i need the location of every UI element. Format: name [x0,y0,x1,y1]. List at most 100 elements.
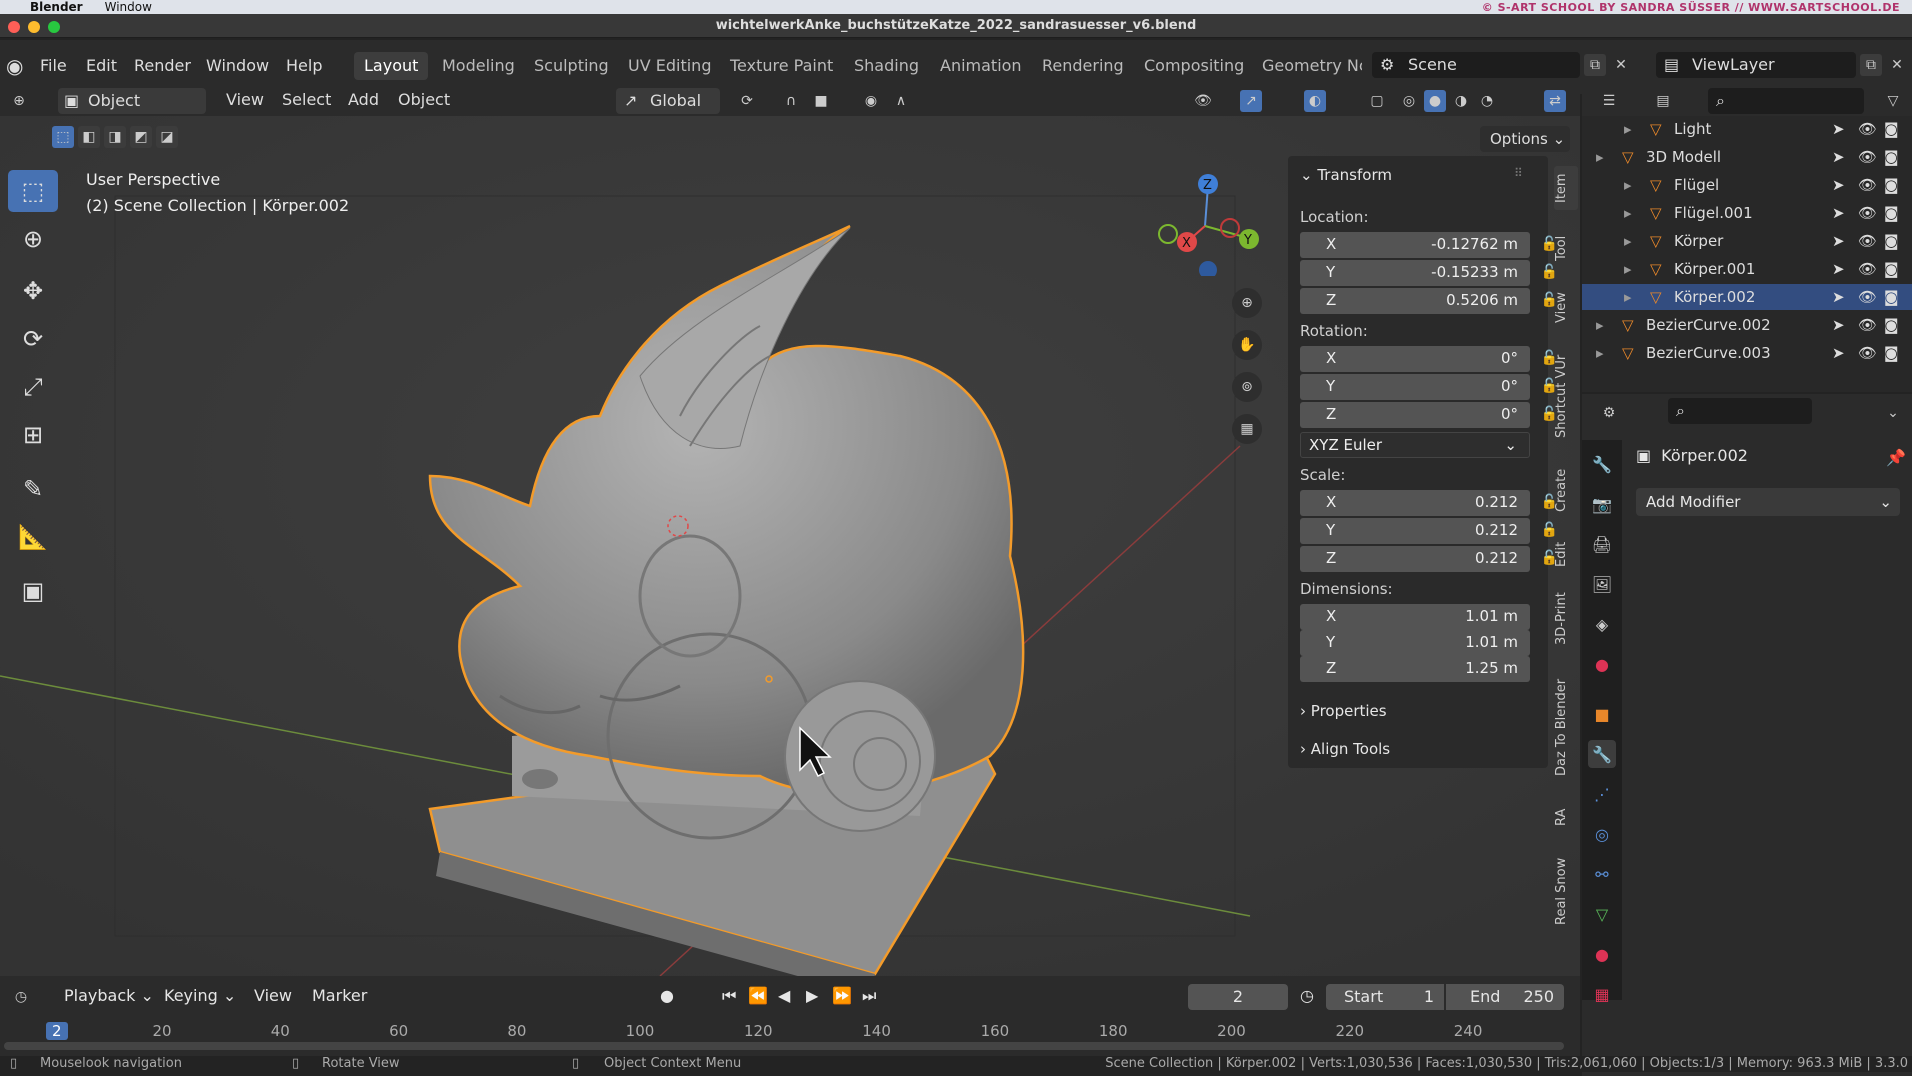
tab-texture-paint[interactable]: Texture Paint [720,52,843,80]
select-new-icon[interactable]: ⬚ [52,126,74,148]
start-frame-field[interactable]: Start 1 [1326,984,1444,1010]
next-keyframe-icon[interactable]: ⏩ [832,986,852,1005]
visibility-icon[interactable]: 👁 [1192,90,1214,112]
zoom-icon[interactable]: ⊕ [1232,288,1262,318]
scene-props-icon[interactable]: ◈ [1588,610,1616,638]
add-cube-tool-icon[interactable]: ▣ [8,570,58,612]
measure-tool-icon[interactable]: 📐 [8,516,58,558]
eye-icon[interactable]: 👁 [1858,256,1877,282]
proportional-edit-icon[interactable]: ◉ [860,90,882,112]
record-icon[interactable]: ● [660,986,674,1005]
select-extend-icon[interactable]: ◧ [78,126,100,148]
perspective-toggle-icon[interactable]: ▦ [1232,414,1262,444]
scale-z-field[interactable]: Z 0.212 🔓 [1300,546,1558,572]
render-camera-icon[interactable]: ◙ [1884,256,1899,282]
location-y-field[interactable]: Y -0.15233 m 🔓 [1300,260,1558,286]
snap-icon[interactable]: ∩ [780,90,802,112]
outliner-row[interactable]: ▸ ▽ Körper.001 ➤ 👁 ◙ [1582,256,1912,282]
move-tool-icon[interactable]: ✥ [8,270,58,312]
add-modifier-button[interactable]: Add Modifier ⌄ [1636,488,1900,516]
tab-daz-to-blender[interactable]: Daz To Blender [1554,666,1578,788]
texture-props-icon[interactable]: ▦ [1588,980,1616,1008]
play-reverse-icon[interactable]: ◀ [778,986,790,1005]
properties-editor-icon[interactable]: ⚙ [1598,402,1620,424]
end-frame-field[interactable]: End 250 [1446,984,1564,1010]
zoom-window-button[interactable] [48,21,60,33]
object-mode-dropdown[interactable]: ▣ Object Mode⌄ [58,88,206,136]
expand-arrow-icon[interactable]: ▸ [1624,116,1632,142]
outliner-row[interactable]: ▸ ▽ 3D Modell ➤ 👁 ◙ [1582,144,1912,170]
mac-window-menu[interactable]: Window [105,0,152,14]
rotate-tool-icon[interactable]: ⟳ [8,318,58,360]
new-scene-icon[interactable]: ⧉ [1584,54,1606,76]
eye-icon[interactable]: 👁 [1858,340,1877,366]
eye-icon[interactable]: 👁 [1858,144,1877,170]
expand-arrow-icon[interactable]: ▸ [1624,256,1632,282]
gizmo-toggle-icon[interactable]: ↗ [1240,90,1262,112]
clock-icon[interactable]: ◷ [1300,986,1314,1005]
blender-logo-icon[interactable]: ◉ [6,54,23,78]
keying-menu[interactable]: Keying ⌄ [164,986,236,1005]
properties-section[interactable]: › Properties [1300,702,1387,720]
editor-type-icon[interactable]: ⊕ [8,90,30,112]
pivot-point-icon[interactable]: ⟳ [736,90,758,112]
tab-layout[interactable]: Layout [354,52,429,80]
select-box-tool-icon[interactable]: ⬚ [8,170,58,212]
render-camera-icon[interactable]: ◙ [1884,228,1899,254]
outliner-row[interactable]: ▸ ▽ Flügel ➤ 👁 ◙ [1582,172,1912,198]
eye-icon[interactable]: 👁 [1858,200,1877,226]
timeline-editor-icon[interactable]: ◷ [10,986,32,1008]
transform-tool-icon[interactable]: ⊞ [8,414,58,456]
rotation-z-field[interactable]: Z 0° 🔓 [1300,402,1558,428]
render-camera-icon[interactable]: ◙ [1884,340,1899,366]
outliner-editor-icon[interactable]: ☰ [1598,90,1620,112]
solid-shading-icon[interactable]: ● [1424,90,1446,112]
world-props-icon[interactable]: ● [1588,650,1616,678]
marker-menu[interactable]: Marker [312,986,367,1005]
select-toggle-icon[interactable]: ➤ [1832,200,1845,226]
particles-props-icon[interactable]: ⋰ [1588,780,1616,808]
rotation-x-field[interactable]: X 0° 🔓 [1300,346,1558,372]
select-toggle-icon[interactable]: ➤ [1832,172,1845,198]
constraints-props-icon[interactable]: ⚯ [1588,860,1616,888]
render-camera-icon[interactable]: ◙ [1884,200,1899,226]
outliner-search-input[interactable]: ⌕ [1708,88,1864,114]
navigation-gizmo[interactable]: Z Y X [1150,166,1260,276]
modifier-props-icon[interactable]: 🔧 [1588,740,1616,768]
xray-icon[interactable]: ▢ [1366,90,1388,112]
playback-menu[interactable]: Playback ⌄ [64,986,154,1005]
delete-view-layer-icon[interactable]: ✕ [1886,54,1908,76]
render-camera-icon[interactable]: ◙ [1884,312,1899,338]
select-toggle-icon[interactable]: ➤ [1832,340,1845,366]
tab-compositing[interactable]: Compositing [1134,52,1254,80]
transform-header[interactable]: ⌄ Transform [1300,166,1392,184]
physics-props-icon[interactable]: ◎ [1588,820,1616,848]
transform-orientation-dropdown[interactable]: ↗ Global [616,88,720,114]
expand-arrow-icon[interactable]: ▸ [1596,144,1604,170]
timeline-scrollbar[interactable] [4,1042,1564,1050]
render-camera-icon[interactable]: ◙ [1884,144,1899,170]
expand-arrow-icon[interactable]: ▸ [1596,312,1604,338]
scale-y-field[interactable]: Y 0.212 🔓 [1300,518,1558,544]
frame-ruler[interactable]: 2 20 40 60 80 100 120 140 160 180 200 220 240 [0,1020,1580,1044]
expand-arrow-icon[interactable]: ▸ [1624,200,1632,226]
tab-create[interactable]: Create [1554,462,1578,518]
outliner-row[interactable]: ▸ ▽ Flügel.001 ➤ 👁 ◙ [1582,200,1912,226]
expand-arrow-icon[interactable]: ▸ [1624,284,1632,310]
jump-end-icon[interactable]: ⏭ [862,986,876,1006]
align-tools-section[interactable]: › Align Tools [1300,740,1390,758]
tab-shortcut-vur[interactable]: Shortcut VUr [1554,346,1578,446]
outliner-row[interactable]: ▸ ▽ Light ➤ 👁 ◙ [1582,116,1912,142]
outliner-row[interactable]: ▸ ▽ BezierCurve.003 ➤ 👁 ◙ [1582,340,1912,366]
output-props-icon[interactable]: 🖨 [1588,530,1616,558]
eye-icon[interactable]: 👁 [1858,172,1877,198]
select-invert-icon[interactable]: ◩ [130,126,152,148]
delete-scene-icon[interactable]: ✕ [1610,54,1632,76]
tab-item[interactable]: Item [1554,166,1578,210]
view-layer-props-icon[interactable]: 🖼 [1588,570,1616,598]
select-toggle-icon[interactable]: ➤ [1832,256,1845,282]
menu-file[interactable]: File [40,56,67,75]
tab-modeling[interactable]: Modeling [432,52,525,80]
object-name-row[interactable]: ▣ Körper.002 [1636,446,1748,465]
select-intersect-icon[interactable]: ◪ [156,126,178,148]
